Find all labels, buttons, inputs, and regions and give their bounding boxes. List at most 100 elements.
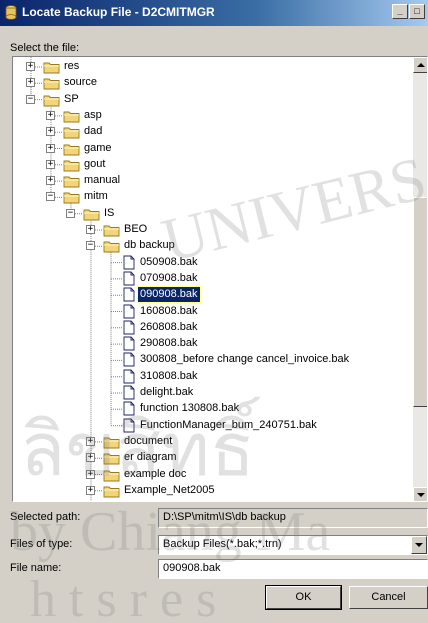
expand-icon[interactable]: + bbox=[46, 127, 55, 137]
tree-file-node[interactable]: delight.bak bbox=[13, 385, 411, 401]
folder-icon bbox=[103, 436, 120, 449]
tree-folder-node[interactable]: + Example_Net2005 bbox=[13, 483, 411, 499]
tree-node-label: asp bbox=[84, 108, 102, 121]
tree-folder-node[interactable]: − mitm bbox=[13, 189, 411, 205]
file-icon bbox=[123, 255, 135, 270]
file-icon bbox=[123, 369, 135, 384]
file-icon bbox=[123, 385, 135, 400]
expand-icon[interactable]: + bbox=[46, 143, 55, 153]
file-icon bbox=[123, 352, 135, 367]
cancel-button[interactable]: Cancel bbox=[349, 586, 428, 609]
tree-node-label: 050908.bak bbox=[140, 255, 198, 268]
locate-backup-file-dialog: Locate Backup File - D2CMITMGR _ □ Selec… bbox=[0, 0, 428, 623]
tree-node-label: Example_Net2005 bbox=[124, 483, 215, 496]
expand-icon[interactable]: + bbox=[86, 485, 95, 495]
folder-icon bbox=[83, 208, 100, 221]
tree-node-label: FunctionManager_bum_240751.bak bbox=[140, 418, 317, 431]
tree-folder-node[interactable]: − db backup bbox=[13, 238, 411, 254]
collapse-icon[interactable]: − bbox=[46, 192, 55, 202]
title-bar[interactable]: Locate Backup File - D2CMITMGR _ □ bbox=[0, 0, 428, 26]
tree-file-node[interactable]: function 130808.bak bbox=[13, 401, 411, 417]
tree-folder-node[interactable]: + example doc bbox=[13, 467, 411, 483]
expand-icon[interactable]: + bbox=[46, 176, 55, 186]
tree-file-node[interactable]: FunctionManager_bum_240751.bak bbox=[13, 418, 411, 434]
ok-button[interactable]: OK bbox=[265, 585, 342, 610]
files-of-type-label: Files of type: bbox=[10, 538, 73, 550]
expand-icon[interactable]: + bbox=[86, 453, 95, 463]
file-icon bbox=[123, 418, 135, 433]
tree-node-label: 160808.bak bbox=[140, 304, 198, 317]
tree-folder-node[interactable]: + document bbox=[13, 434, 411, 450]
collapse-icon[interactable]: − bbox=[26, 94, 35, 104]
folder-icon bbox=[63, 126, 80, 139]
file-name-input[interactable]: 090908.bak bbox=[158, 559, 428, 579]
expand-icon[interactable]: + bbox=[86, 436, 95, 446]
tree-file-node[interactable]: 260808.bak bbox=[13, 320, 411, 336]
file-icon bbox=[123, 271, 135, 286]
tree-node-label: 300808_before change cancel_invoice.bak bbox=[140, 353, 350, 366]
folder-icon bbox=[63, 110, 80, 123]
database-icon bbox=[5, 5, 17, 20]
tree-folder-node[interactable]: + game bbox=[13, 141, 411, 157]
arrow-up-icon bbox=[417, 63, 425, 67]
tree-folder-node[interactable]: − SP bbox=[13, 92, 411, 108]
tree-folder-node[interactable]: + gout bbox=[13, 157, 411, 173]
tree-folder-node[interactable]: + asp bbox=[13, 108, 411, 124]
tree-node-label: 310808.bak bbox=[140, 369, 198, 382]
scroll-up-button[interactable] bbox=[413, 57, 427, 73]
file-icon bbox=[123, 401, 135, 416]
collapse-icon[interactable]: − bbox=[66, 208, 75, 218]
select-file-label: Select the file: bbox=[10, 42, 80, 54]
chevron-down-icon bbox=[415, 543, 423, 547]
minimize-button[interactable]: _ bbox=[392, 4, 408, 19]
folder-icon bbox=[43, 77, 60, 90]
folder-icon bbox=[43, 61, 60, 74]
files-of-type-select[interactable]: Backup Files(*.bak;*.trn) bbox=[158, 535, 428, 555]
file-icon bbox=[123, 336, 135, 351]
scroll-down-button[interactable] bbox=[413, 487, 427, 501]
tree-node-label: dad bbox=[84, 125, 103, 138]
tree-file-node[interactable]: 090908.bak bbox=[13, 286, 411, 304]
expand-icon[interactable]: + bbox=[86, 469, 95, 479]
expand-icon[interactable]: + bbox=[86, 225, 95, 234]
tree-node-label: SP bbox=[64, 92, 79, 105]
arrow-down-icon bbox=[417, 493, 425, 497]
file-tree[interactable]: + res + source − SP + asp + dad + game + gout + manual −… bbox=[12, 56, 428, 502]
tree-node-label: 260808.bak bbox=[140, 320, 198, 333]
tree-folder-node[interactable]: − IS bbox=[13, 206, 411, 222]
dropdown-button[interactable] bbox=[411, 536, 427, 554]
tree-file-node[interactable]: 160808.bak bbox=[13, 304, 411, 320]
tree-node-label: mitm bbox=[84, 190, 108, 203]
tree-folder-node[interactable]: + BEO bbox=[13, 222, 411, 238]
tree-node-label: game bbox=[84, 141, 112, 154]
tree-folder-node[interactable]: + source bbox=[13, 75, 411, 91]
maximize-button[interactable]: □ bbox=[409, 4, 425, 19]
tree-file-node[interactable]: 310808.bak bbox=[13, 369, 411, 385]
scroll-thumb[interactable] bbox=[413, 197, 427, 407]
folder-icon bbox=[103, 469, 120, 482]
tree-node-label: function 130808.bak bbox=[140, 402, 240, 415]
folder-icon bbox=[63, 143, 80, 156]
window-title: Locate Backup File - D2CMITMGR bbox=[22, 5, 215, 19]
expand-icon[interactable]: + bbox=[26, 62, 35, 71]
tree-node-label: db backup bbox=[124, 239, 175, 252]
expand-icon[interactable]: + bbox=[46, 110, 55, 120]
tree-file-node[interactable]: 290808.bak bbox=[13, 336, 411, 352]
tree-node-label: 070908.bak bbox=[140, 271, 198, 284]
tree-folder-node[interactable]: + dad bbox=[13, 124, 411, 140]
collapse-icon[interactable]: − bbox=[86, 241, 95, 251]
tree-folder-node[interactable]: + manual bbox=[13, 173, 411, 189]
folder-icon bbox=[103, 452, 120, 465]
expand-icon[interactable]: + bbox=[46, 159, 55, 169]
tree-folder-node[interactable]: + er diagram bbox=[13, 450, 411, 466]
tree-folder-node[interactable]: + res bbox=[13, 59, 411, 75]
tree-node-label: 090908.bak bbox=[137, 286, 201, 304]
tree-file-node[interactable]: 050908.bak bbox=[13, 255, 411, 271]
files-of-type-value: Backup Files(*.bak;*.trn) bbox=[163, 538, 282, 550]
expand-icon[interactable]: + bbox=[26, 78, 35, 88]
folder-icon bbox=[103, 240, 120, 253]
tree-file-node[interactable]: 070908.bak bbox=[13, 271, 411, 287]
folder-icon bbox=[63, 159, 80, 172]
tree-file-node[interactable]: 300808_before change cancel_invoice.bak bbox=[13, 352, 411, 368]
vertical-scrollbar[interactable] bbox=[413, 57, 427, 501]
